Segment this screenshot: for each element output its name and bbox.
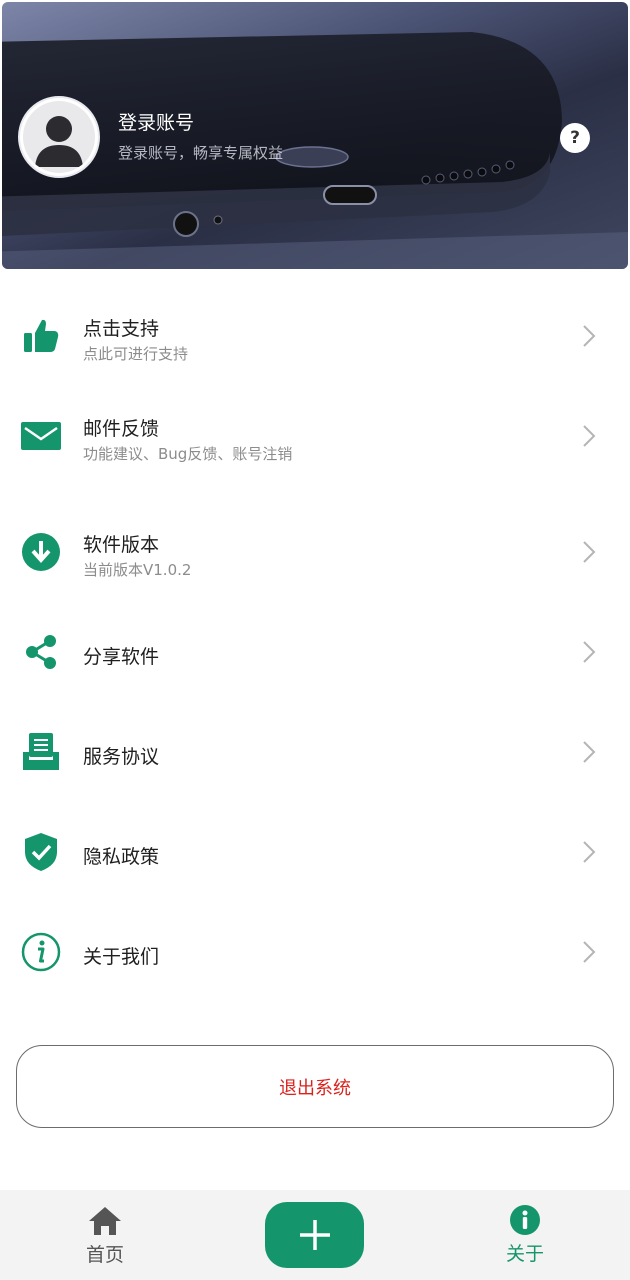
menu-item-title: 软件版本 — [83, 534, 160, 556]
help-button[interactable]: ? — [560, 123, 590, 153]
menu-item-support[interactable]: 点击支持 点此可进行支持 — [0, 301, 630, 371]
nav-tab-home[interactable]: 首页 — [45, 1190, 165, 1280]
menu-item-subtitle: 功能建议、Bug反馈、账号注销 — [83, 445, 293, 463]
bottom-navigation: 首页 关于 — [0, 1190, 630, 1280]
nav-tab-home-label: 首页 — [85, 1244, 124, 1266]
user-placeholder-icon — [23, 101, 95, 173]
menu-item-title: 点击支持 — [83, 318, 160, 340]
menu-item-title: 服务协议 — [83, 746, 160, 768]
chevron-right-icon — [583, 425, 596, 447]
shield-check-icon — [20, 831, 62, 873]
profile-banner: 登录账号 登录账号，畅享专属权益 ? — [2, 2, 628, 269]
chevron-right-icon — [583, 325, 596, 347]
nav-tab-about[interactable]: 关于 — [465, 1190, 585, 1280]
chevron-right-icon — [583, 941, 596, 963]
download-icon — [20, 531, 62, 573]
avatar[interactable] — [18, 96, 100, 178]
info-filled-icon — [510, 1205, 540, 1235]
menu-item-title: 关于我们 — [83, 946, 160, 968]
share-icon — [20, 631, 62, 673]
menu-item-share[interactable]: 分享软件 — [0, 617, 630, 687]
info-icon — [20, 931, 62, 973]
login-title[interactable]: 登录账号 — [118, 108, 194, 135]
menu-item-privacy-policy[interactable]: 隐私政策 — [0, 817, 630, 887]
chevron-right-icon — [583, 841, 596, 863]
nav-tab-about-label: 关于 — [505, 1243, 544, 1265]
chevron-right-icon — [583, 641, 596, 663]
menu-item-title: 邮件反馈 — [83, 418, 160, 440]
menu-item-subtitle: 点此可进行支持 — [83, 345, 189, 363]
plus-icon — [299, 1220, 330, 1250]
menu-item-title: 分享软件 — [83, 646, 160, 668]
menu-item-about-us[interactable]: 关于我们 — [0, 917, 630, 987]
menu-item-title: 隐私政策 — [83, 846, 160, 868]
mail-icon — [20, 415, 62, 457]
menu-item-email-feedback[interactable]: 邮件反馈 功能建议、Bug反馈、账号注销 — [0, 401, 630, 471]
home-icon — [89, 1207, 121, 1235]
document-icon — [20, 731, 62, 773]
chevron-right-icon — [583, 541, 596, 563]
thumbs-up-icon — [20, 315, 62, 357]
logout-button[interactable]: 退出系统 — [16, 1045, 614, 1128]
add-button[interactable] — [265, 1202, 364, 1268]
menu-item-service-agreement[interactable]: 服务协议 — [0, 717, 630, 787]
menu-item-version[interactable]: 软件版本 当前版本V1.0.2 — [0, 517, 630, 587]
chevron-right-icon — [583, 741, 596, 763]
login-subtitle: 登录账号，畅享专属权益 — [118, 144, 284, 162]
menu-item-subtitle: 当前版本V1.0.2 — [83, 561, 192, 579]
